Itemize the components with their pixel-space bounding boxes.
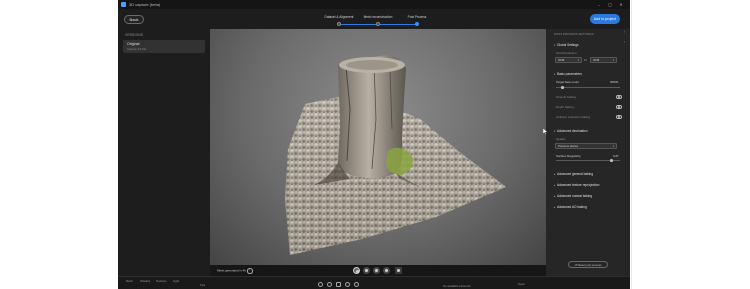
tab-textures[interactable]: Textures [156,279,167,283]
shaded-view-icon[interactable] [353,267,360,274]
step-label-alignment[interactable]: Dataset & Alignment [325,15,354,19]
chevron-down-icon: ▾ [612,59,614,62]
wireframe-view-icon[interactable] [363,267,370,274]
versions-header: VERSIONS [125,33,144,37]
basic-parameters-section[interactable]: ▾ Basic parameters [554,72,582,76]
quality-label: Quality [556,137,566,141]
face-count-label: Target face count [556,80,580,84]
ao-baking-section[interactable]: ▸ Advanced AO baking [554,205,587,209]
maximize-button[interactable]: ▢ [606,1,614,8]
advanced-decimation-section[interactable]: ▾ Advanced decimation [554,129,587,133]
resolution-label: Grid Resolution [556,51,577,55]
tab-light[interactable]: Light [173,279,179,283]
chevron-down-icon: ▾ [577,59,579,62]
export-icon[interactable] [336,282,341,287]
window-title: 3D capture (beta) [129,2,161,7]
step-dot-mesh[interactable] [376,22,380,26]
regularity-value: 0.87 [613,154,619,158]
depth-baking-label: Depth baking [556,105,574,109]
workflow-steps: Dataset & Alignment Mesh reconstruction … [323,12,433,28]
refresh-icon[interactable] [327,282,332,287]
version-title: Original [127,42,140,46]
versions-panel: VERSIONS Original Capture 3d File [118,29,210,269]
panel-header: POST PROCESS SETTINGS [554,32,594,36]
chevron-down-icon: ▾ [612,145,614,148]
top-bar: Back Dataset & Alignment Mesh reconstruc… [118,9,630,29]
post-process-panel: POST PROCESS SETTINGS ▾ Global Settings G… [546,29,630,276]
link-icon[interactable]: ⊡ [584,58,587,62]
minimize-button[interactable]: – [595,1,603,8]
reset-post-process-button[interactable]: ↺ Reset post process [568,261,608,268]
add-to-project-button[interactable]: Add to project [590,14,620,24]
step-label-mesh[interactable]: Mesh reconstruction [364,15,393,19]
resolution-select-b[interactable]: 2048 ▾ [590,57,617,63]
texture-view-icon[interactable] [373,267,380,274]
mesh-status: Mesh generated in 4h i [217,268,253,274]
screen-edge [631,0,632,289]
bottom-bar: Mesh Shaders Textures Light Tips No avai… [118,276,630,289]
tips-label[interactable]: Tips [200,283,205,287]
version-subtitle: Capture 3d File [127,47,147,51]
normal-baking-section[interactable]: ▸ Advanced normal baking [554,194,592,198]
app-icon [121,2,126,7]
back-button[interactable]: Back [124,15,144,24]
resolution-select-a[interactable]: 2048 ▾ [555,57,582,63]
ao-baking-toggle[interactable] [616,115,622,119]
expand-icon[interactable]: › [624,30,625,34]
face-count-value: 30000 [610,80,619,84]
stump-model[interactable] [210,29,546,265]
depth-baking-toggle[interactable] [616,105,622,109]
info-icon[interactable]: i [247,268,253,274]
settings-icon[interactable] [345,282,350,287]
general-baking-section[interactable]: ▸ Advanced general baking [554,172,593,176]
face-count-slider[interactable] [556,87,620,88]
ao-baking-label: Ambient occlusion baking [556,115,591,119]
global-settings-section[interactable]: ▾ Global Settings [554,43,579,47]
texture-reprojection-section[interactable]: ▸ Advanced texture reprojection [554,183,599,187]
normal-view-icon[interactable] [383,267,390,274]
smooth-baking-toggle[interactable] [616,95,622,99]
expand-icon[interactable]: › [624,40,625,44]
title-bar: 3D capture (beta) – ▢ ✕ [118,0,630,9]
close-button[interactable]: ✕ [617,1,625,8]
mesh-status-text: Mesh generated in 4h [217,268,247,273]
regularity-label: Surface Regularity [556,154,581,158]
app-window: 3D capture (beta) – ▢ ✕ Back Dataset & A… [118,0,630,289]
more-icon[interactable] [354,282,359,287]
center-status: No available elements [443,284,471,288]
camera-view-icon[interactable] [395,267,402,274]
step-dot-alignment[interactable] [337,22,341,26]
tab-mesh[interactable]: Mesh [126,279,133,283]
tab-shaders[interactable]: Shaders [140,279,150,283]
step-label-post-process[interactable]: Post Process [408,15,427,19]
quality-select[interactable]: Preserve planes ▾ [555,143,617,149]
mouse-cursor-icon [543,128,548,135]
history-icon[interactable] [318,282,323,287]
open-label[interactable]: Open [518,282,525,286]
3d-viewport[interactable] [210,29,546,265]
viewport-toolbar: Mesh generated in 4h i [210,265,546,276]
face-count-knob[interactable] [561,86,564,89]
stump-top-ring [346,60,398,70]
regularity-knob[interactable] [610,159,613,162]
version-item[interactable]: Original Capture 3d File [123,40,205,53]
smooth-baking-label: Smooth baking [556,95,577,99]
step-dot-post-process[interactable] [415,22,419,26]
